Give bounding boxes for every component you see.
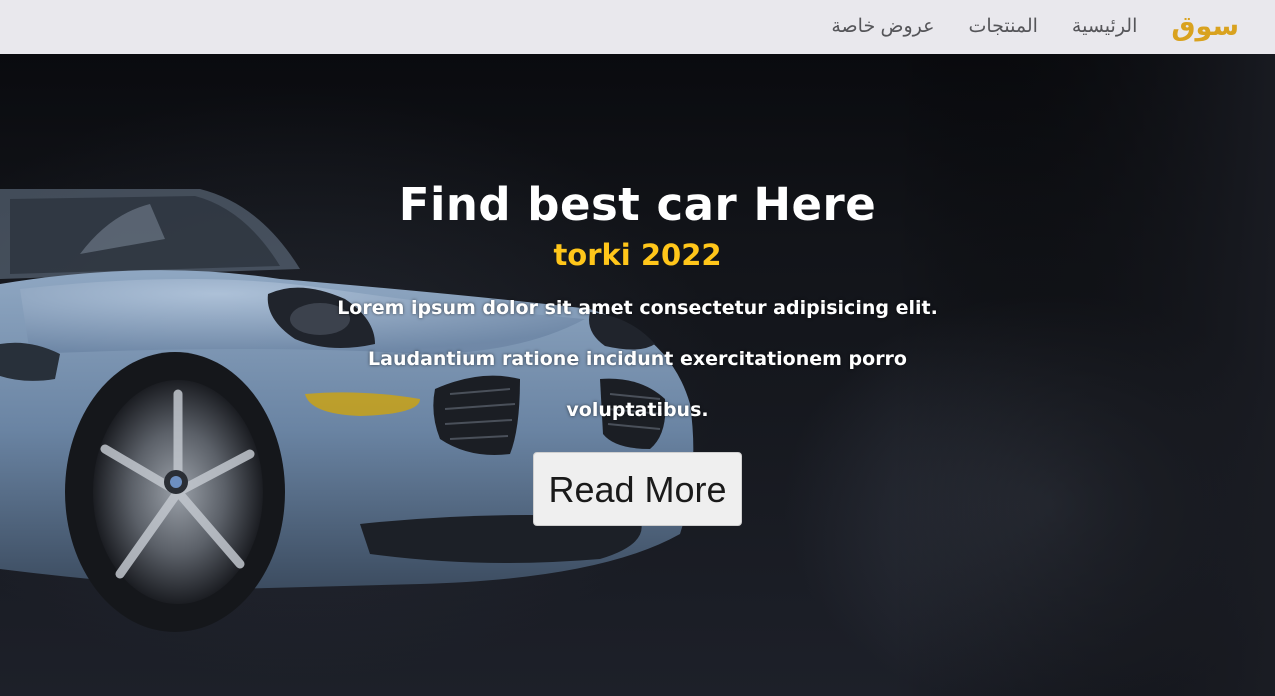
nav-link-offers[interactable]: عروض خاصة: [831, 0, 934, 54]
brand-logo[interactable]: سوق: [1171, 0, 1239, 54]
hero-title: Find best car Here: [398, 178, 877, 231]
hero-content: Find best car Here torki 2022 Lorem ipsu…: [300, 172, 975, 526]
hero-subtitle: torki 2022: [553, 238, 722, 272]
hero-section: Find best car Here torki 2022 Lorem ipsu…: [0, 54, 1275, 696]
nav-link-home[interactable]: الرئيسية: [1072, 0, 1137, 54]
hero-description: Lorem ipsum dolor sit amet consectetur a…: [337, 297, 938, 421]
read-more-button[interactable]: Read More: [533, 452, 742, 526]
top-navbar: سوق الرئيسية المنتجات عروض خاصة: [0, 0, 1275, 54]
nav-link-products[interactable]: المنتجات: [968, 0, 1037, 54]
